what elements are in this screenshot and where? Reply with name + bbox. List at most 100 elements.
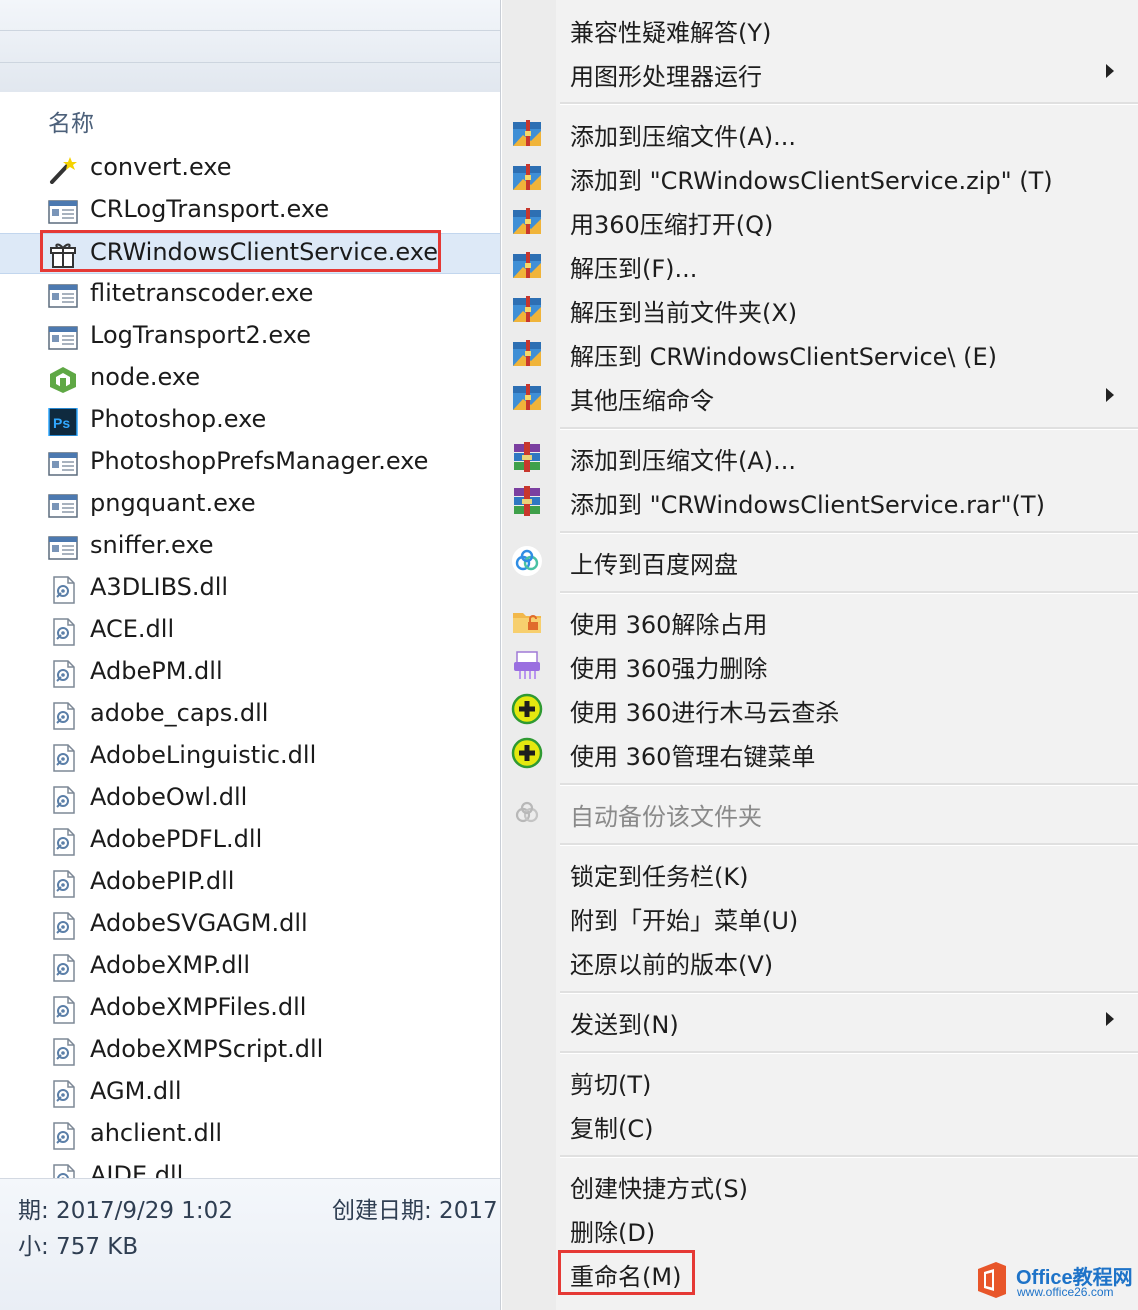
menu-item-4[interactable]: 添加到 "CRWindowsClientService.zip" (T) xyxy=(502,155,1138,199)
file-name: convert.exe xyxy=(90,153,232,181)
file-row-adobepdfl[interactable]: AdobePDFL.dll xyxy=(0,821,500,861)
menu-item-19[interactable]: 使用 360管理右键菜单 xyxy=(502,731,1138,775)
file-row-logtransport2[interactable]: LogTransport2.exe xyxy=(0,317,500,357)
menu-item-label: 使用 360管理右键菜单 xyxy=(570,743,816,771)
menu-item-0[interactable]: 兼容性疑难解答(Y) xyxy=(502,7,1138,51)
baidu-cloud-icon xyxy=(511,545,543,577)
file-row-photoshopprefsmanager[interactable]: PhotoshopPrefsManager.exe xyxy=(0,443,500,483)
menu-item-label: 剪切(T) xyxy=(570,1071,652,1099)
menu-item-33[interactable]: 删除(D) xyxy=(502,1207,1138,1251)
menu-item-16[interactable]: 使用 360解除占用 xyxy=(502,599,1138,643)
file-row-adobelinguistic[interactable]: AdobeLinguistic.dll xyxy=(0,737,500,777)
menu-item-1[interactable]: 用图形处理器运行 xyxy=(502,51,1138,95)
file-row-pngquant[interactable]: pngquant.exe xyxy=(0,485,500,525)
file-row-adobe-caps[interactable]: adobe_caps.dll xyxy=(0,695,500,735)
menu-item-8[interactable]: 解压到 CRWindowsClientService\ (E) xyxy=(502,331,1138,375)
file-name: ACE.dll xyxy=(90,615,175,643)
menu-item-12[interactable]: 添加到 "CRWindowsClientService.rar"(T) xyxy=(502,479,1138,523)
menu-item-label: 上传到百度网盘 xyxy=(570,551,738,579)
file-name: AdobeSVGAGM.dll xyxy=(90,909,308,937)
menu-item-32[interactable]: 创建快捷方式(S) xyxy=(502,1163,1138,1207)
dll-icon xyxy=(48,786,78,814)
dll-icon xyxy=(48,1080,78,1108)
zip-archive-icon xyxy=(511,117,543,149)
menu-item-27[interactable]: 发送到(N) xyxy=(502,999,1138,1043)
menu-item-25[interactable]: 还原以前的版本(V) xyxy=(502,939,1138,983)
file-row-adobeowl[interactable]: AdobeOwl.dll xyxy=(0,779,500,819)
file-row-convert[interactable]: convert.exe xyxy=(0,149,500,189)
menu-separator xyxy=(560,102,1138,105)
file-row-adobepip[interactable]: AdobePIP.dll xyxy=(0,863,500,903)
file-name: AdobeXMP.dll xyxy=(90,951,250,979)
dll-icon xyxy=(48,828,78,856)
dll-icon xyxy=(48,870,78,898)
file-row-adobexmpscript[interactable]: AdobeXMPScript.dll xyxy=(0,1031,500,1071)
menu-item-24[interactable]: 附到「开始」菜单(U) xyxy=(502,895,1138,939)
file-row-aide[interactable]: AIDE.dll xyxy=(0,1157,500,1178)
dll-icon xyxy=(48,1122,78,1150)
file-row-ace[interactable]: ACE.dll xyxy=(0,611,500,651)
office-logo-icon xyxy=(978,1262,1006,1298)
menu-item-label: 解压到(F)... xyxy=(570,255,698,283)
exe-window-icon xyxy=(48,450,78,478)
node-icon xyxy=(48,366,78,394)
created-date-text: 创建日期: 2017 xyxy=(332,1198,498,1224)
file-row-adobesvgagm[interactable]: AdobeSVGAGM.dll xyxy=(0,905,500,945)
watermark-url: www.office26.com xyxy=(1017,1285,1114,1299)
explorer-toolbar xyxy=(0,0,500,92)
menu-item-3[interactable]: 添加到压缩文件(A)... xyxy=(502,111,1138,155)
menu-item-label: 解压到当前文件夹(X) xyxy=(570,299,798,327)
exe-window-icon xyxy=(48,492,78,520)
zip-archive-icon xyxy=(511,249,543,281)
menu-item-label: 使用 360进行木马云查杀 xyxy=(570,699,840,727)
file-row-flitetranscoder[interactable]: flitetranscoder.exe xyxy=(0,275,500,315)
baidu-cloud-gray-icon xyxy=(511,797,543,829)
file-row-ahclient[interactable]: ahclient.dll xyxy=(0,1115,500,1155)
file-row-crlogtransport[interactable]: CRLogTransport.exe xyxy=(0,191,500,231)
menu-item-14[interactable]: 上传到百度网盘 xyxy=(502,539,1138,583)
file-name: LogTransport2.exe xyxy=(90,321,311,349)
file-name: AdobeXMPFiles.dll xyxy=(90,993,307,1021)
dll-icon xyxy=(48,1038,78,1066)
file-row-a3dlibs[interactable]: A3DLIBS.dll xyxy=(0,569,500,609)
file-name: AdobeLinguistic.dll xyxy=(90,741,317,769)
menu-separator xyxy=(560,427,1138,430)
file-row-agm[interactable]: AGM.dll xyxy=(0,1073,500,1113)
menu-item-label: 用360压缩打开(Q) xyxy=(570,211,774,239)
column-header-name[interactable]: 名称 xyxy=(48,104,94,138)
menu-item-29[interactable]: 剪切(T) xyxy=(502,1059,1138,1103)
file-row-adobexmpfiles[interactable]: AdobeXMPFiles.dll xyxy=(0,989,500,1029)
menu-item-label: 发送到(N) xyxy=(570,1011,679,1039)
file-row-photoshop[interactable]: Ps Photoshop.exe xyxy=(0,401,500,441)
menu-item-30[interactable]: 复制(C) xyxy=(502,1103,1138,1147)
menu-separator xyxy=(560,991,1138,994)
menu-item-label: 创建快捷方式(S) xyxy=(570,1175,748,1203)
file-name: adobe_caps.dll xyxy=(90,699,269,727)
magic-wand-icon xyxy=(48,156,78,184)
file-row-adobexmp[interactable]: AdobeXMP.dll xyxy=(0,947,500,987)
svg-text:Ps: Ps xyxy=(53,415,70,431)
dll-icon xyxy=(48,744,78,772)
menu-item-7[interactable]: 解压到当前文件夹(X) xyxy=(502,287,1138,331)
menu-item-17[interactable]: 使用 360强力删除 xyxy=(502,643,1138,687)
winrar-icon xyxy=(511,441,543,473)
menu-item-23[interactable]: 锁定到任务栏(K) xyxy=(502,851,1138,895)
menu-item-6[interactable]: 解压到(F)... xyxy=(502,243,1138,287)
file-row-adbepm[interactable]: AdbePM.dll xyxy=(0,653,500,693)
file-name: AdobePIP.dll xyxy=(90,867,235,895)
details-pane: 期: 2017/9/29 1:02 创建日期: 2017 小: 757 KB xyxy=(0,1178,500,1310)
menu-item-label: 兼容性疑难解答(Y) xyxy=(570,19,772,47)
menu-item-18[interactable]: 使用 360进行木马云查杀 xyxy=(502,687,1138,731)
menu-item-21: 自动备份该文件夹 xyxy=(502,791,1138,835)
watermark: Office教程网 www.office26.com xyxy=(970,1256,1138,1306)
file-row-sniffer[interactable]: sniffer.exe xyxy=(0,527,500,567)
submenu-arrow-icon xyxy=(1106,64,1114,78)
menu-item-9[interactable]: 其他压缩命令 xyxy=(502,375,1138,419)
explorer-pane: 名称 convert.exe CRLogTransport.exe CRWindow… xyxy=(0,0,501,1310)
file-row-node[interactable]: node.exe xyxy=(0,359,500,399)
menu-item-5[interactable]: 用360压缩打开(Q) xyxy=(502,199,1138,243)
file-name: PhotoshopPrefsManager.exe xyxy=(90,447,429,475)
dll-icon xyxy=(48,660,78,688)
menu-item-11[interactable]: 添加到压缩文件(A)... xyxy=(502,435,1138,479)
winrar-icon xyxy=(511,485,543,517)
